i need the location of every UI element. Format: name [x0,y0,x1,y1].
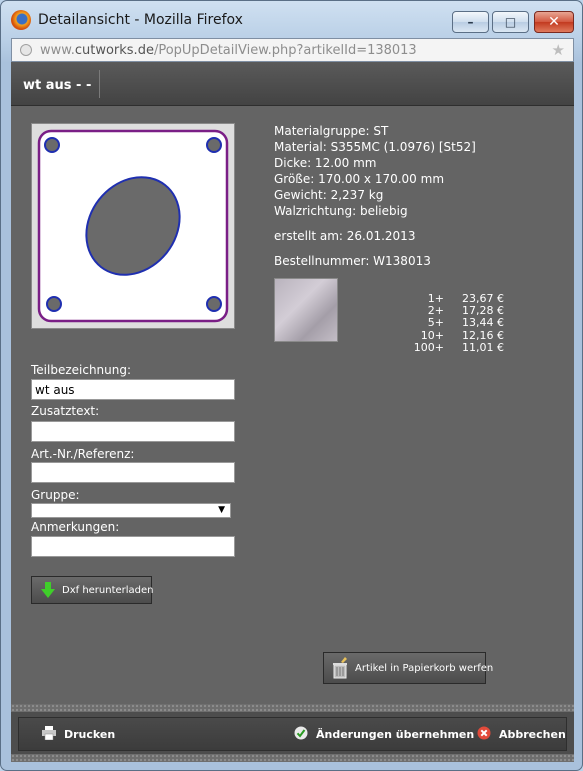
dxf-download-button[interactable]: Dxf herunterladen [31,576,154,604]
erstellt-am: erstellt am: 26.01.2013 [274,229,416,243]
groesse: Größe: 170.00 x 170.00 mm [274,172,445,186]
gruppe-label: Gruppe: [31,488,80,502]
dicke: Dicke: 12.00 mm [274,156,377,170]
material-info: Materialgruppe: ST Material: S355MC (1.0… [274,123,476,269]
cancel-label: Abbrechen [499,728,566,741]
dxf-download-label: Dxf herunterladen [62,585,154,596]
bookmark-star-icon[interactable]: ★ [552,41,565,59]
add-to-basket-button[interactable]: Artikel in Papierkorb werfen [323,652,493,684]
footer-pattern [11,704,574,712]
trash-basket-icon [333,657,347,679]
page-content: wt aus - - Materialgruppe: ST Material: … [11,62,574,762]
artnr-label: Art.-Nr./Referenz: [31,447,135,461]
page-header: wt aus - - [11,62,574,106]
maximize-button[interactable]: □ [492,11,529,33]
print-label: Drucken [64,728,116,741]
artnr-input[interactable] [31,462,235,483]
price-value: 11,01 € [462,340,504,354]
part-hole [46,296,62,312]
dropdown-arrow-icon: ▼ [218,505,225,515]
price-qty: 100+ [413,340,444,354]
gewicht: Gewicht: 2,237 kg [274,188,384,202]
close-icon: ✕ [548,14,560,30]
part-hole [206,137,222,153]
material-swatch [274,278,338,342]
download-arrow-icon [41,582,55,598]
price-table: 1+ 23,67 € 2+ 17,28 € 5+ 13,44 € 10+ 12,16 €… [406,292,516,354]
minimize-button[interactable]: – [452,11,489,33]
footer: Drucken Änderungen übernehmen Abbrechen [11,704,574,762]
bestellnummer: Bestellnummer: W138013 [274,254,431,268]
price-row: 5+ 13,44 € [406,317,516,329]
material: Material: S355MC (1.0976) [St52] [274,140,476,154]
apply-changes-label: Änderungen übernehmen [316,728,475,741]
globe-icon [20,44,32,56]
browser-window: Detailansicht - Mozilla Firefox – □ ✕ ww… [0,0,583,771]
price-value: 12,16 € [462,328,504,342]
page-title: wt aus - - [23,78,92,93]
price-qty: 10+ [420,328,444,342]
printer-icon [42,726,56,740]
walzrichtung: Walzrichtung: beliebig [274,204,408,218]
url-text[interactable]: www.cutworks.de/PopUpDetailView.php?arti… [40,43,417,58]
zusatztext-input[interactable] [31,421,235,442]
header-divider [99,70,100,98]
window-title: Detailansicht - Mozilla Firefox [38,12,243,28]
url-path: /PopUpDetailView.php?artikelId=138013 [153,43,417,58]
add-to-basket-label: Artikel in Papierkorb werfen [355,663,494,674]
price-row: 10+ 12,16 € [406,328,516,342]
teilbezeichnung-input[interactable] [31,379,235,400]
maximize-icon: □ [504,15,517,29]
part-drawing [37,129,229,323]
anmerkungen-label: Anmerkungen: [31,520,120,534]
zusatztext-label: Zusatztext: [31,404,100,418]
anmerkungen-input[interactable] [31,536,235,557]
gruppe-select[interactable]: ▼ [31,503,231,518]
teilbezeichnung-label: Teilbezeichnung: [31,363,132,377]
close-button[interactable]: ✕ [534,11,574,33]
price-qty: 5+ [427,316,444,330]
part-preview [31,123,235,329]
materialgruppe: Materialgruppe: ST [274,124,389,138]
url-prefix: www. [40,43,75,58]
title-bar[interactable]: Detailansicht - Mozilla Firefox – □ ✕ [1,1,582,39]
url-domain: cutworks.de [74,43,154,58]
firefox-icon [11,10,31,30]
price-row: 100+ 11,01 € [406,340,516,354]
check-icon [294,726,308,740]
minimize-icon: – [467,15,474,29]
address-bar[interactable]: www.cutworks.de/PopUpDetailView.php?arti… [11,38,574,62]
part-hole [44,137,60,153]
footer-pattern-bottom [11,754,574,762]
part-hole [206,296,222,312]
price-value: 13,44 € [462,316,504,330]
cancel-icon [477,726,491,740]
footer-toolbar: Drucken Änderungen übernehmen Abbrechen [18,717,567,751]
